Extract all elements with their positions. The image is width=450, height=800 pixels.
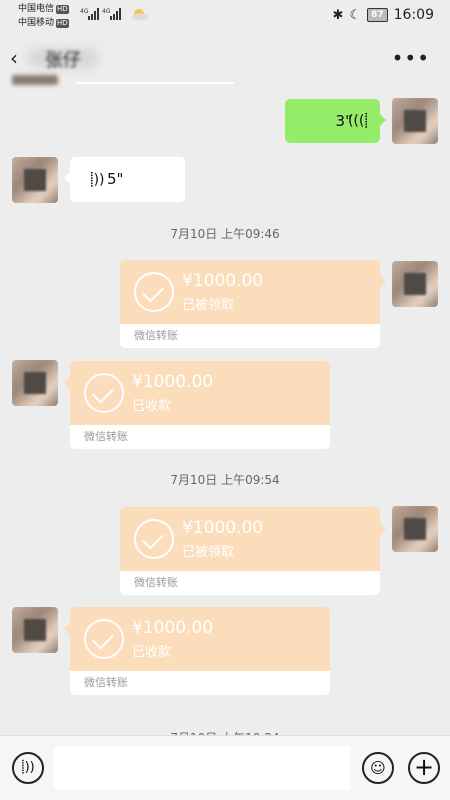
check-icon [84, 373, 124, 413]
voice-duration: 5" [107, 170, 124, 188]
back-arrow-icon[interactable]: ‹ [10, 46, 18, 70]
svg-text:4G: 4G [102, 8, 111, 15]
bluetooth-icon: ✱ [332, 7, 344, 23]
check-icon [134, 272, 174, 312]
transfer-footer: 微信转账 [120, 324, 380, 348]
message-bubble-partial [76, 82, 234, 84]
battery-indicator: 87 [367, 8, 388, 22]
transfer-status: 已收款 [132, 645, 172, 660]
avatar-self[interactable] [392, 506, 438, 552]
message-input[interactable] [54, 746, 350, 790]
transfer-amount: ¥1000.00 [132, 618, 214, 638]
transfer-amount: ¥1000.00 [132, 372, 214, 392]
transfer-status: 已被领取 [182, 545, 235, 560]
voice-icon[interactable]: ⸽)) [12, 752, 44, 784]
transfer-amount: ¥1000.00 [182, 271, 264, 291]
avatar-contact[interactable] [12, 157, 58, 203]
transfer-card[interactable]: ¥1000.00 已被领取 微信转账 [120, 260, 380, 348]
cloud-icon [132, 9, 148, 21]
transfer-footer: 微信转账 [120, 571, 380, 595]
chat-header: ‹ 张仔 ••• [0, 34, 450, 84]
input-bar: ⸽)) ☺ + [0, 735, 450, 800]
svg-text:4G: 4G [80, 8, 89, 15]
chat-title: 张仔 [45, 50, 81, 71]
status-bar: 中国电信 HD 中国移动 HD 4G 4G ✱ ☾ 87 16:09 [0, 0, 450, 34]
plus-icon[interactable]: + [408, 752, 440, 784]
carrier-telecom: 中国电信 HD [18, 4, 69, 14]
voice-message-out[interactable]: 3" ⸽))) [285, 99, 386, 143]
transfer-status: 已被领取 [182, 298, 235, 313]
transfer-card[interactable]: ¥1000.00 已被领取 微信转账 [120, 507, 380, 595]
avatar-self[interactable] [392, 261, 438, 307]
voice-wave-icon: ⸽)) [90, 172, 105, 188]
transfer-status: 已收款 [132, 399, 172, 414]
moon-icon: ☾ [349, 7, 362, 23]
signal-icon: 4G 4G [80, 8, 121, 20]
avatar-self[interactable] [392, 98, 438, 144]
avatar-contact[interactable] [12, 360, 58, 406]
transfer-amount: ¥1000.00 [182, 518, 264, 538]
emoji-icon[interactable]: ☺ [362, 752, 394, 784]
transfer-card[interactable]: ¥1000.00 已收款 微信转账 [70, 607, 330, 695]
timestamp: 7月10日 上午09:46 [170, 227, 280, 241]
timestamp: 7月10日 上午09:54 [170, 473, 280, 487]
more-icon[interactable]: ••• [392, 46, 430, 70]
clock: 16:09 [393, 7, 434, 23]
avatar-contact[interactable] [12, 607, 58, 653]
transfer-card[interactable]: ¥1000.00 已收款 微信转账 [70, 361, 330, 449]
voice-wave-icon: ⸽))) [348, 113, 368, 129]
avatar[interactable] [12, 75, 58, 85]
carrier-mobile: 中国移动 HD [18, 18, 69, 28]
transfer-footer: 微信转账 [70, 671, 330, 695]
check-icon [84, 619, 124, 659]
check-icon [134, 519, 174, 559]
transfer-footer: 微信转账 [70, 425, 330, 449]
voice-message-in[interactable]: ⸽)) 5" [64, 157, 185, 202]
